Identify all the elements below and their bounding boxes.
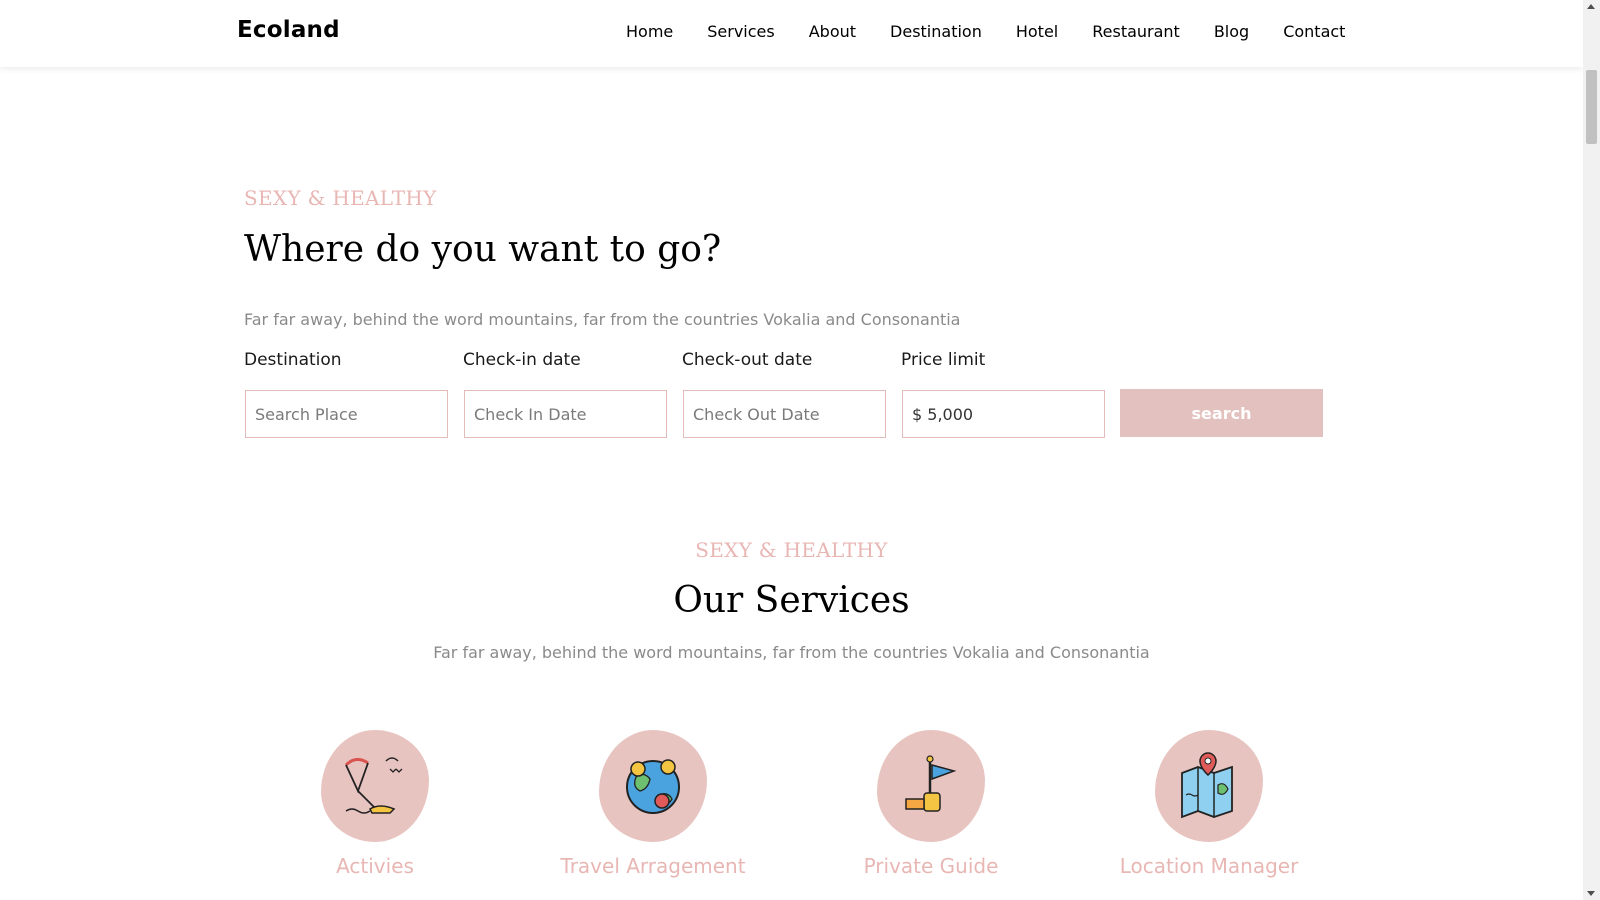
nav-home[interactable]: Home	[626, 22, 673, 41]
destination-input[interactable]	[245, 390, 448, 438]
nav-destination[interactable]: Destination	[890, 22, 982, 41]
globe-pins-icon	[626, 759, 680, 814]
services-subtitle: Far far away, behind the word mountains,…	[433, 643, 1150, 662]
flag-hand-icon	[905, 755, 957, 812]
service-card-travel: Travel Arragement	[543, 730, 763, 878]
search-heading: Where do you want to go?	[244, 229, 722, 270]
paraglide-icon	[344, 757, 403, 814]
scroll-down-icon[interactable]	[1587, 891, 1595, 896]
service-icon-blob	[321, 730, 429, 842]
main-nav: Home Services About Destination Hotel Re…	[626, 22, 1345, 41]
price-limit-label: Price limit	[901, 350, 986, 370]
nav-services[interactable]: Services	[707, 22, 774, 41]
nav-restaurant[interactable]: Restaurant	[1092, 22, 1180, 41]
destination-label: Destination	[244, 350, 342, 370]
search-subtitle: Far far away, behind the word mountains,…	[244, 310, 961, 329]
brand-logo[interactable]: Ecoland	[237, 17, 340, 43]
service-title: Travel Arragement	[560, 854, 746, 878]
service-title: Activies	[336, 854, 414, 878]
service-card-guide: Private Guide	[821, 730, 1041, 878]
search-eyebrow: SEXY & HEALTHY	[244, 186, 437, 210]
scrollbar-thumb[interactable]	[1586, 70, 1597, 144]
service-icon-blob	[877, 730, 985, 842]
price-limit-input[interactable]	[902, 390, 1105, 438]
checkin-label: Check-in date	[463, 350, 581, 370]
service-card-location: Location Manager	[1099, 730, 1319, 878]
checkout-label: Check-out date	[682, 350, 813, 370]
service-icon-blob	[599, 730, 707, 842]
service-title: Private Guide	[863, 854, 999, 878]
nav-blog[interactable]: Blog	[1214, 22, 1249, 41]
nav-hotel[interactable]: Hotel	[1016, 22, 1058, 41]
services-heading: Our Services	[673, 580, 910, 621]
page-scrollbar[interactable]	[1583, 0, 1600, 900]
scroll-up-icon[interactable]	[1587, 4, 1595, 9]
map-pin-icon	[1181, 752, 1233, 819]
service-card-activities: Activies	[265, 730, 485, 878]
top-navbar: Ecoland Home Services About Destination …	[0, 0, 1583, 67]
nav-about[interactable]: About	[809, 22, 856, 41]
search-button[interactable]: search	[1120, 389, 1323, 437]
checkout-date-input[interactable]	[683, 390, 886, 438]
checkin-date-input[interactable]	[464, 390, 667, 438]
services-eyebrow: SEXY & HEALTHY	[695, 538, 888, 562]
nav-contact[interactable]: Contact	[1283, 22, 1345, 41]
service-icon-blob	[1155, 730, 1263, 842]
service-title: Location Manager	[1119, 854, 1299, 878]
